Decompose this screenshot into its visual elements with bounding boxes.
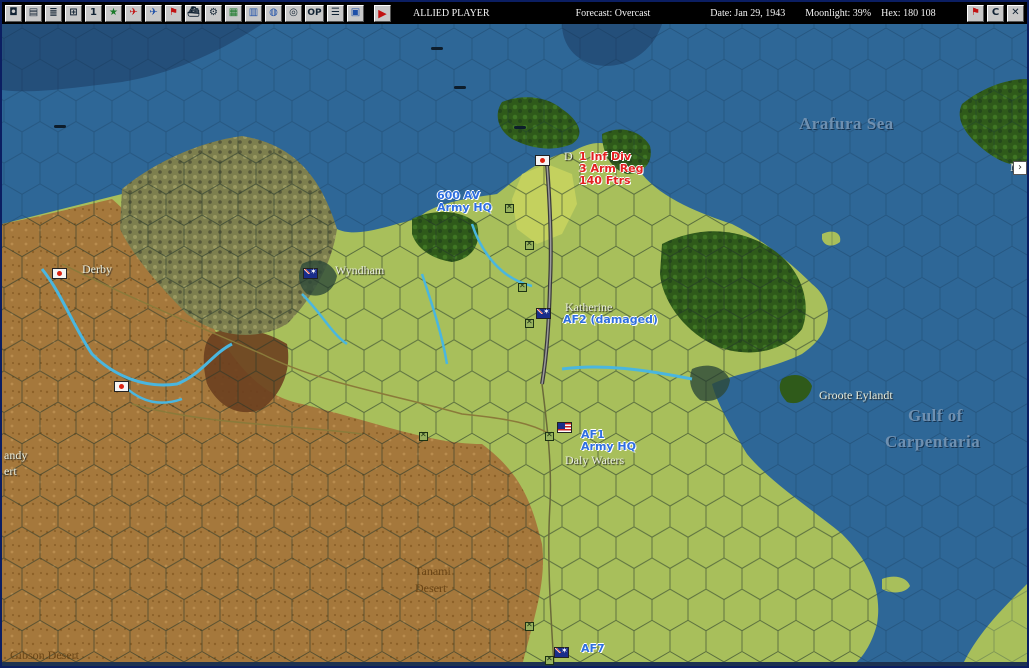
tanami-label-line1: Tanami xyxy=(415,564,451,578)
japanese-flag-icon[interactable] xyxy=(535,155,550,166)
base-marker-icon[interactable] xyxy=(505,202,514,213)
c-button[interactable]: C xyxy=(987,4,1004,22)
cycle-button[interactable]: ⊞ xyxy=(65,4,82,22)
ship-icon[interactable] xyxy=(54,125,66,128)
gulf-label-line2: Carpentaria xyxy=(885,432,981,451)
place-label-groote-eylandt: Groote Eylandt xyxy=(819,388,893,402)
daly-waters-allied-units[interactable]: AF1 Army HQ xyxy=(581,429,636,453)
star-button[interactable]: ★ xyxy=(105,4,122,22)
globe-button[interactable]: ◍ xyxy=(265,4,282,22)
forecast-label: Forecast: Overcast xyxy=(575,7,651,19)
australian-flag-icon[interactable] xyxy=(536,307,551,319)
menu-button[interactable]: ☰ xyxy=(327,4,344,22)
map-scroll-right-icon[interactable]: › xyxy=(1013,161,1027,175)
base-marker-icon[interactable] xyxy=(518,281,527,292)
flag-button[interactable]: ⚑ xyxy=(165,4,182,22)
settings-button[interactable]: ⚙ xyxy=(205,4,222,22)
place-label-sandy: andy xyxy=(4,448,28,462)
info-button[interactable]: 1 xyxy=(85,4,102,22)
place-label-derby: Derby xyxy=(82,262,112,276)
hex-coordinate-label: Hex: 180 108 xyxy=(881,7,936,19)
darwin-enemy-units[interactable]: 1 Inf Div 3 Arm Reg 140 Ftrs xyxy=(579,151,644,187)
place-label-daly-waters: Daly Waters xyxy=(565,453,625,467)
op-button[interactable]: OP xyxy=(305,4,324,22)
ship-icon[interactable] xyxy=(431,47,443,50)
date-label: Date: Jan 29, 1943 xyxy=(710,7,786,19)
new-game-button[interactable]: ◘ xyxy=(5,4,22,22)
air-blue-button[interactable]: ✈ xyxy=(145,4,162,22)
gibson-desert-label: Gibson Desert xyxy=(10,648,79,662)
japanese-flag-icon[interactable] xyxy=(52,268,67,279)
base-marker-icon[interactable] xyxy=(419,430,428,441)
base-marker-icon[interactable] xyxy=(545,654,554,665)
map-button[interactable]: ▦ xyxy=(225,4,242,22)
enemy-unit-line: 140 Ftrs xyxy=(579,174,631,187)
ship-icon[interactable] xyxy=(454,86,466,89)
base-marker-icon[interactable] xyxy=(525,239,534,250)
us-flag-icon[interactable] xyxy=(557,422,572,433)
allied-unit-line: Army HQ xyxy=(437,201,492,214)
flag-end-turn-button[interactable]: ⚑ xyxy=(967,4,984,22)
target-button[interactable]: ◎ xyxy=(285,4,302,22)
darwin-allied-units[interactable]: 600 AV Army HQ xyxy=(437,190,492,214)
game-window: ◘ ▤ ≣ ⊞ 1 ★ ✈ ✈ ⚑ ⛴ ⚙ ▦ ▥ ◍ ◎ OP ☰ ▣ ▶ ALLIED PLAYER Fore… xyxy=(0,0,1029,668)
ship-button[interactable]: ⛴ xyxy=(185,4,202,22)
allied-unit-line: Army HQ xyxy=(581,440,636,453)
game-map[interactable]: Arafura Sea Gulf of Carpentaria Derby Wy… xyxy=(2,24,1027,666)
japanese-flag-icon[interactable] xyxy=(114,381,129,392)
air-red-button[interactable]: ✈ xyxy=(125,4,142,22)
australian-flag-icon[interactable] xyxy=(554,646,569,658)
base-marker-icon[interactable] xyxy=(545,430,554,441)
top-toolbar: ◘ ▤ ≣ ⊞ 1 ★ ✈ ✈ ⚑ ⛴ ⚙ ▦ ▥ ◍ ◎ OP ☰ ▣ ▶ ALLIED PLAYER Fore… xyxy=(2,2,1027,24)
close-button[interactable]: ✕ xyxy=(1007,4,1024,22)
player-label: ALLIED PLAYER xyxy=(413,7,490,19)
arafura-sea-label: Arafura Sea xyxy=(799,114,894,133)
australian-flag-icon[interactable] xyxy=(303,267,318,279)
ship-icon[interactable] xyxy=(514,126,526,129)
view-button[interactable]: ▣ xyxy=(347,4,364,22)
base-marker-icon[interactable] xyxy=(525,620,534,631)
play-turn-button[interactable]: ▶ xyxy=(374,4,391,22)
tanami-label-line2: Desert xyxy=(415,581,447,595)
chart-button[interactable]: ▥ xyxy=(245,4,262,22)
base-marker-icon[interactable] xyxy=(525,317,534,328)
place-label-wyndham: Wyndham xyxy=(335,263,385,277)
moonlight-label: Moonlight: 39% xyxy=(805,7,872,19)
place-label-darwin: D xyxy=(564,149,573,163)
gulf-label-line1: Gulf of xyxy=(908,406,963,425)
place-label-desert: ert xyxy=(4,464,17,478)
list-button[interactable]: ≣ xyxy=(45,4,62,22)
south-allied-units[interactable]: AF7 xyxy=(581,643,605,655)
report-button[interactable]: ▤ xyxy=(25,4,42,22)
katherine-allied-units[interactable]: AF2 (damaged) xyxy=(563,314,658,326)
